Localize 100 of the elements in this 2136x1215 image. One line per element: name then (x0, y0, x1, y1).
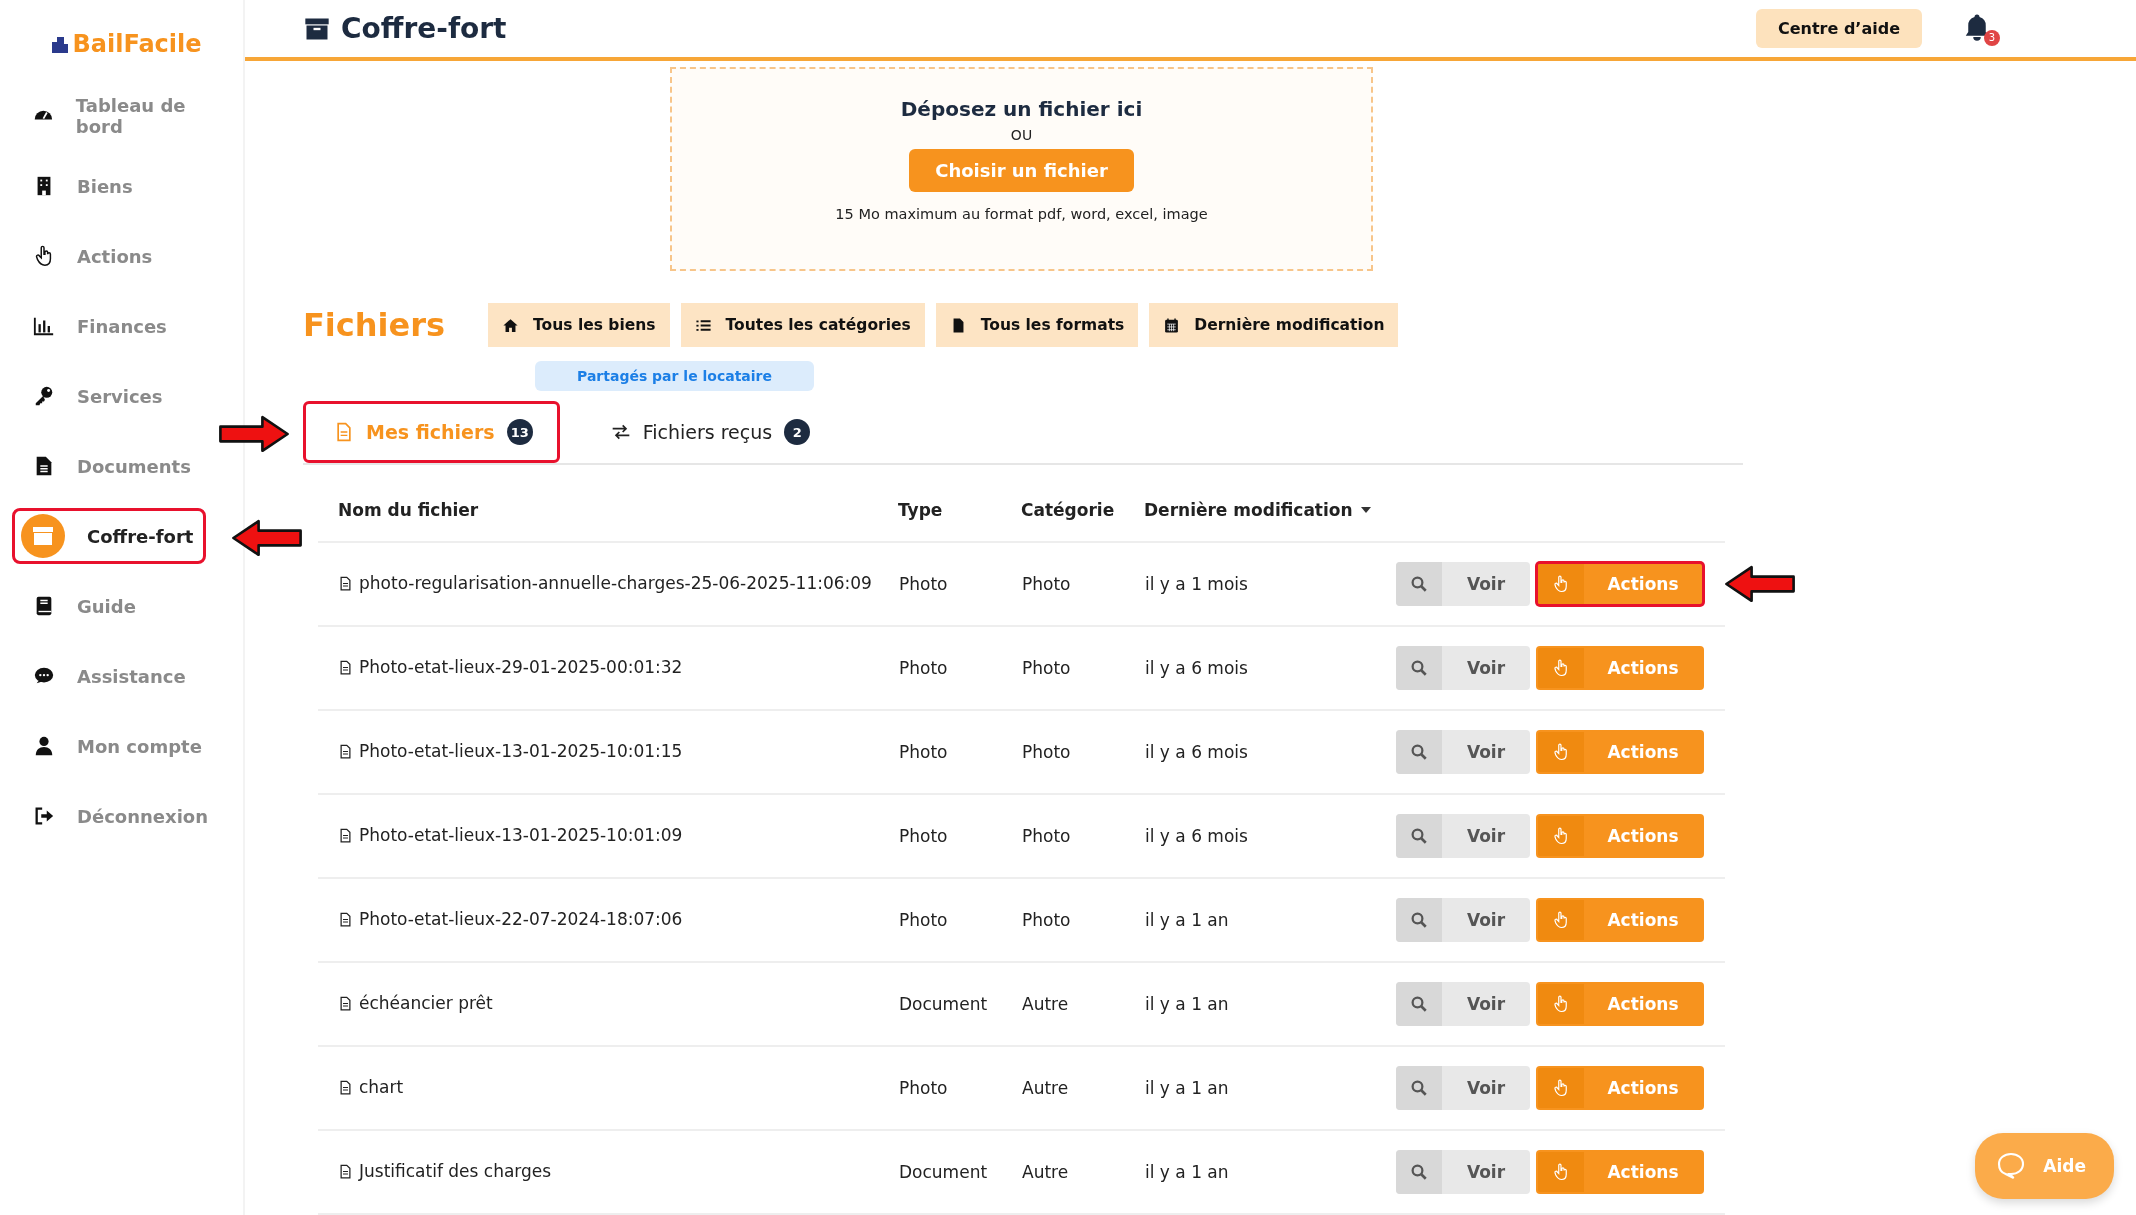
table-cell: il y a 1 mois (1145, 574, 1248, 594)
table-cell: Autre (1022, 994, 1069, 1014)
help-center-button[interactable]: Centre d’aide (1755, 9, 1922, 48)
table-cell: Document (899, 994, 988, 1014)
file-icon (338, 911, 353, 927)
search-icon (1410, 1163, 1428, 1181)
logo-text: BailFacile (72, 30, 202, 58)
filter-button[interactable]: Dernière modification (1149, 303, 1399, 347)
table-cell: Photo (1022, 910, 1071, 930)
sidebar-item[interactable]: Actions (12, 228, 166, 284)
sidebar-item[interactable]: Biens (12, 158, 162, 214)
actions-button[interactable]: Actions (1536, 1150, 1704, 1194)
buildings-icon (51, 35, 70, 53)
table-cell: il y a 1 an (1145, 1078, 1229, 1098)
view-button[interactable]: Voir (1396, 1066, 1530, 1110)
table-cell: Autre (1022, 1078, 1069, 1098)
file-name: Justificatif des charges (338, 1161, 552, 1182)
pointing-hand-icon (1552, 1163, 1570, 1181)
actions-button[interactable]: Actions (1536, 982, 1704, 1026)
sidebar-item[interactable]: Tableau de bord (12, 88, 243, 144)
file-name: échéancier prêt (338, 993, 493, 1014)
tab[interactable]: Fichiers reçus 2 (579, 401, 838, 463)
key-icon (33, 385, 55, 407)
actions-button[interactable]: Actions (1536, 1066, 1704, 1110)
upload-hint: 15 Mo maximum au format pdf, word, excel, image (835, 206, 1208, 222)
file-name: Photo-etat-lieux-13-01-2025-10:01:09 (338, 825, 683, 846)
annotation-arrow (218, 413, 290, 455)
drop-zone-title: Déposez un fichier ici (900, 97, 1143, 121)
table-cell: Photo (1022, 742, 1071, 762)
user-icon (33, 735, 55, 757)
pointing-hand-icon (1552, 743, 1570, 761)
view-button[interactable]: Voir (1396, 898, 1530, 942)
sidebar-item[interactable]: Déconnexion (12, 788, 221, 844)
column-header: Catégorie (1021, 500, 1115, 520)
view-button[interactable]: Voir (1396, 982, 1530, 1026)
file-drop-zone[interactable]: Déposez un fichier ici OU Choisir un fichier 15 Mo maximum au format pdf, word, excel, image (670, 67, 1373, 271)
pointing-hand-icon (1552, 911, 1570, 929)
calendar-icon (1163, 316, 1181, 334)
filter-button[interactable]: Tous les biens (488, 303, 670, 347)
actions-button[interactable]: Actions (1536, 646, 1704, 690)
pointing-hand-icon (1552, 827, 1570, 845)
view-button[interactable]: Voir (1396, 646, 1530, 690)
sidebar-item[interactable]: Guide (12, 578, 162, 634)
sidebar-item[interactable]: Finances (12, 298, 180, 354)
sidebar-item[interactable]: Services (12, 368, 176, 424)
table-cell: il y a 6 mois (1145, 826, 1248, 846)
view-button[interactable]: Voir (1396, 562, 1530, 606)
table-cell: Photo (899, 574, 948, 594)
table-cell: Photo (1022, 826, 1071, 846)
table-cell: Photo (899, 658, 948, 678)
home-icon (502, 316, 520, 334)
pointing-hand-icon (1552, 575, 1570, 593)
view-button[interactable]: Voir (1396, 1150, 1530, 1194)
search-icon (1410, 575, 1428, 593)
view-button[interactable]: Voir (1396, 730, 1530, 774)
file-icon (338, 995, 353, 1011)
sidebar-item[interactable]: Documents (12, 438, 204, 494)
pointing-hand-icon (1552, 995, 1570, 1013)
table-cell: Photo (899, 826, 948, 846)
search-icon (1410, 743, 1428, 761)
file-icon (338, 827, 353, 843)
sidebar-item[interactable]: Assistance (12, 648, 199, 704)
file-name: photo-regularisation-annuelle-charges-25-06-2025-11:06:09 (338, 573, 872, 594)
column-header: Type (898, 500, 943, 520)
actions-button[interactable]: Actions (1536, 562, 1704, 606)
column-header[interactable]: Dernière modification (1144, 500, 1371, 520)
column-header: Nom du fichier (338, 500, 479, 520)
file-icon (338, 575, 353, 591)
pointing-hand-icon (1552, 659, 1570, 677)
view-button[interactable]: Voir (1396, 814, 1530, 858)
file-icon (338, 659, 353, 675)
table-cell: il y a 1 an (1145, 994, 1229, 1014)
actions-button[interactable]: Actions (1536, 898, 1704, 942)
page-title: Coffre-fort (341, 12, 508, 45)
search-icon (1410, 995, 1428, 1013)
exchange-arrows-icon (610, 422, 631, 442)
file-icon (334, 422, 354, 442)
filter-button[interactable]: Tous les formats (935, 303, 1139, 347)
filter-button[interactable]: Toutes les catégories (680, 303, 925, 347)
table-cell: Document (899, 1162, 988, 1182)
help-chat-button[interactable]: Aide (1975, 1133, 2114, 1199)
annotation-arrow (1724, 563, 1796, 605)
sidebar-item[interactable]: Mon compte (12, 718, 215, 774)
actions-button[interactable]: Actions (1536, 730, 1704, 774)
pointing-hand-icon (1552, 1079, 1570, 1097)
section-heading: Fichiers (303, 306, 446, 344)
logout-icon (33, 805, 55, 827)
search-icon (1410, 659, 1428, 677)
table-cell: il y a 6 mois (1145, 742, 1248, 762)
shared-filter-chip[interactable]: Partagés par le locataire (535, 361, 814, 391)
choose-file-button[interactable]: Choisir un fichier (909, 149, 1134, 192)
table-cell: Photo (1022, 574, 1071, 594)
bar-chart-icon (33, 315, 55, 337)
actions-button[interactable]: Actions (1536, 814, 1704, 858)
table-cell: Photo (899, 742, 948, 762)
file-name: Photo-etat-lieux-13-01-2025-10:01:15 (338, 741, 683, 762)
file-icon (338, 743, 353, 759)
count-badge: 2 (784, 419, 811, 445)
search-icon (1410, 827, 1428, 845)
table-cell: il y a 1 an (1145, 1162, 1229, 1182)
